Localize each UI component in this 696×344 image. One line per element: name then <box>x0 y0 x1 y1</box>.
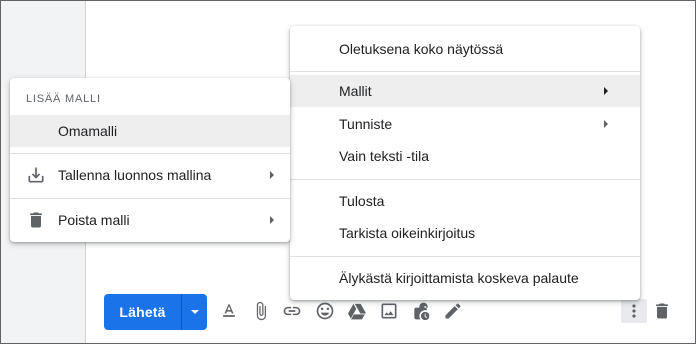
menu-item-label-tag[interactable]: Tunniste <box>290 108 640 140</box>
submenu-arrow-icon <box>270 216 274 224</box>
menu-divider <box>290 71 640 72</box>
menu-item-label: Tulosta <box>339 193 385 209</box>
more-options-icon[interactable] <box>621 299 647 323</box>
link-icon[interactable] <box>280 299 304 323</box>
attach-icon[interactable] <box>249 299 273 323</box>
submenu-arrow-icon <box>604 120 608 128</box>
submenu-arrow-icon <box>270 171 274 179</box>
text-format-icon[interactable] <box>217 299 241 323</box>
submenu-arrow-icon <box>604 87 608 95</box>
menu-item-label: Mallit <box>339 83 372 99</box>
emoji-icon[interactable] <box>313 299 337 323</box>
send-button[interactable]: Lähetä <box>104 294 181 330</box>
menu-item-label: Tarkista oikeinkirjoitus <box>339 225 476 241</box>
menu-item-label: Oletuksena koko näytössä <box>339 41 504 57</box>
send-button-group: Lähetä <box>104 294 207 330</box>
menu-item-plain-text[interactable]: Vain teksti -tila <box>290 140 640 172</box>
menu-item-print[interactable]: Tulosta <box>290 185 640 217</box>
menu-item-fullscreen-default[interactable]: Oletuksena koko näytössä <box>290 30 640 68</box>
delete-template[interactable]: Poista malli <box>10 204 290 236</box>
menu-item-label: Tunniste <box>339 116 393 132</box>
save-draft-as-template[interactable]: Tallenna luonnos mallina <box>10 159 290 191</box>
photo-icon[interactable] <box>377 299 401 323</box>
trash-icon <box>26 210 46 230</box>
save-draft-label: Tallenna luonnos mallina <box>58 167 212 183</box>
confidential-mode-icon[interactable] <box>409 299 433 323</box>
menu-divider <box>290 179 640 180</box>
template-item-label: Omamalli <box>58 123 118 139</box>
schedule-send-dropdown[interactable] <box>182 294 207 330</box>
menu-item-spellcheck[interactable]: Tarkista oikeinkirjoitus <box>290 217 640 249</box>
dropdown-arrow-icon <box>190 310 199 314</box>
submenu-header: LISÄÄ MALLI <box>26 93 101 105</box>
drive-icon[interactable] <box>345 299 369 323</box>
template-item[interactable]: Omamalli <box>10 115 290 147</box>
signature-icon[interactable] <box>441 299 465 323</box>
menu-divider <box>10 153 290 154</box>
menu-item-templates[interactable]: Mallit <box>290 75 640 107</box>
menu-item-smart-compose-feedback[interactable]: Älykästä kirjoittamista koskeva palaute <box>290 262 640 294</box>
menu-item-label: Vain teksti -tila <box>339 148 429 164</box>
more-options-menu: Oletuksena koko näytössä Mallit Tunniste… <box>290 26 640 300</box>
download-icon <box>26 165 46 185</box>
delete-template-label: Poista malli <box>58 212 130 228</box>
menu-item-label: Älykästä kirjoittamista koskeva palaute <box>339 270 579 286</box>
templates-submenu: LISÄÄ MALLI Omamalli Tallenna luonnos ma… <box>10 78 290 242</box>
menu-divider <box>10 198 290 199</box>
menu-divider <box>290 256 640 257</box>
delete-icon[interactable] <box>650 299 674 323</box>
